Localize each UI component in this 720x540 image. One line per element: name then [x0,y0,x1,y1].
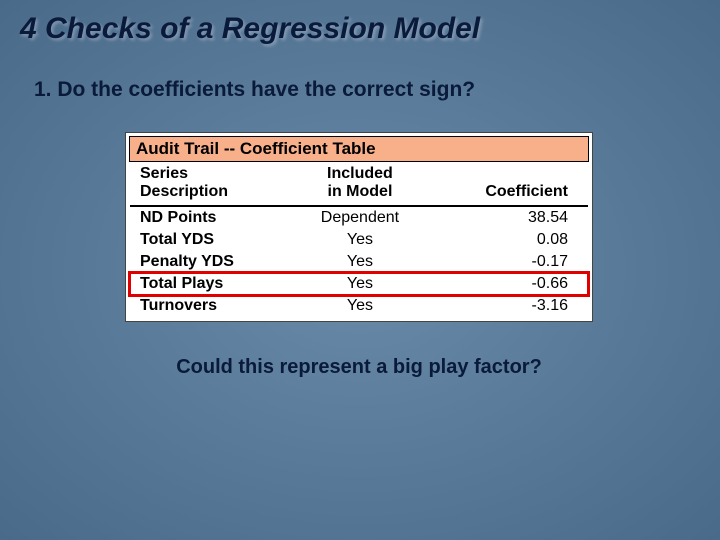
cell-coef: 0.08 [427,229,588,251]
table-row: Penalty YDS Yes -0.17 [130,251,588,273]
cell-series: Penalty YDS [130,251,293,273]
cell-included: Yes [293,273,427,295]
cell-coef: -0.17 [427,251,588,273]
cell-included: Yes [293,295,427,317]
slide-title: 4 Checks of a Regression Model [20,12,700,46]
cell-coef: -3.16 [427,295,588,317]
col-header-coef-2: Coefficient [427,183,588,206]
footer-question: Could this represent a big play factor? [28,356,690,379]
cell-included: Dependent [293,206,427,229]
coefficient-table-box: Audit Trail -- Coefficient Table Series … [125,132,593,322]
table-body: ND Points Dependent 38.54 Total YDS Yes … [130,206,588,317]
cell-series: Turnovers [130,295,293,317]
table-row: Total YDS Yes 0.08 [130,229,588,251]
col-header-series-2: Description [130,183,293,206]
cell-coef: 38.54 [427,206,588,229]
check-question: 1. Do the coefficients have the correct … [28,78,690,102]
table-row: ND Points Dependent 38.54 [130,206,588,229]
table-title: Audit Trail -- Coefficient Table [129,136,589,162]
cell-included: Yes [293,251,427,273]
cell-series: ND Points [130,206,293,229]
col-header-series-1: Series [130,165,293,183]
col-header-included-1: Included [293,165,427,183]
col-header-included-2: in Model [293,183,427,206]
cell-series: Total YDS [130,229,293,251]
table-row: Turnovers Yes -3.16 [130,295,588,317]
table-row-highlighted: Total Plays Yes -0.66 [130,273,588,295]
coefficient-table: Series Included Description in Model Coe… [130,165,588,317]
cell-series: Total Plays [130,273,293,295]
cell-coef: -0.66 [427,273,588,295]
cell-included: Yes [293,229,427,251]
col-header-coef-1 [427,165,588,183]
